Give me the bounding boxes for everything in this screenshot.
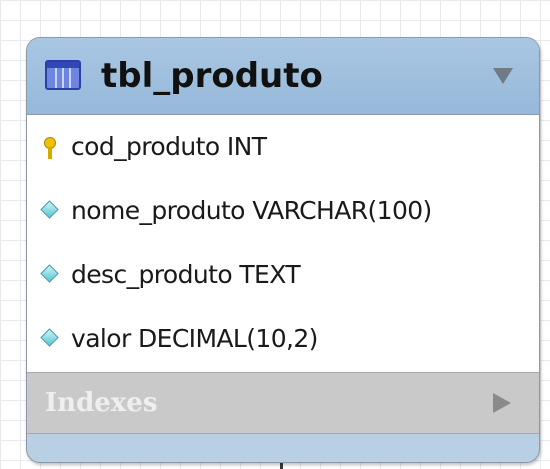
column-label: cod_produto INT <box>71 132 267 161</box>
column-row-cod-produto[interactable]: cod_produto INT <box>27 115 539 179</box>
column-label: desc_produto TEXT <box>71 260 301 289</box>
indexes-label: Indexes <box>45 388 158 418</box>
table-icon <box>45 60 81 90</box>
expand-triangle-icon[interactable] <box>493 393 511 413</box>
table-header[interactable]: tbl_produto <box>27 38 539 114</box>
column-list: cod_produto INT nome_produto VARCHAR(100… <box>27 114 539 373</box>
column-diamond-icon <box>40 264 59 283</box>
table-name: tbl_produto <box>101 56 323 96</box>
table-entity[interactable]: tbl_produto cod_produto INT nome_produto… <box>26 37 540 463</box>
primary-key-icon <box>43 137 57 163</box>
column-row-desc-produto[interactable]: desc_produto TEXT <box>27 243 539 307</box>
column-diamond-icon <box>40 200 59 219</box>
collapse-triangle-icon[interactable] <box>493 68 513 84</box>
column-row-valor[interactable]: valor DECIMAL(10,2) <box>27 307 539 371</box>
indexes-section[interactable]: Indexes <box>27 372 539 434</box>
column-label: nome_produto VARCHAR(100) <box>71 196 432 225</box>
column-diamond-icon <box>40 328 59 347</box>
column-row-nome-produto[interactable]: nome_produto VARCHAR(100) <box>27 179 539 243</box>
column-label: valor DECIMAL(10,2) <box>71 324 318 353</box>
